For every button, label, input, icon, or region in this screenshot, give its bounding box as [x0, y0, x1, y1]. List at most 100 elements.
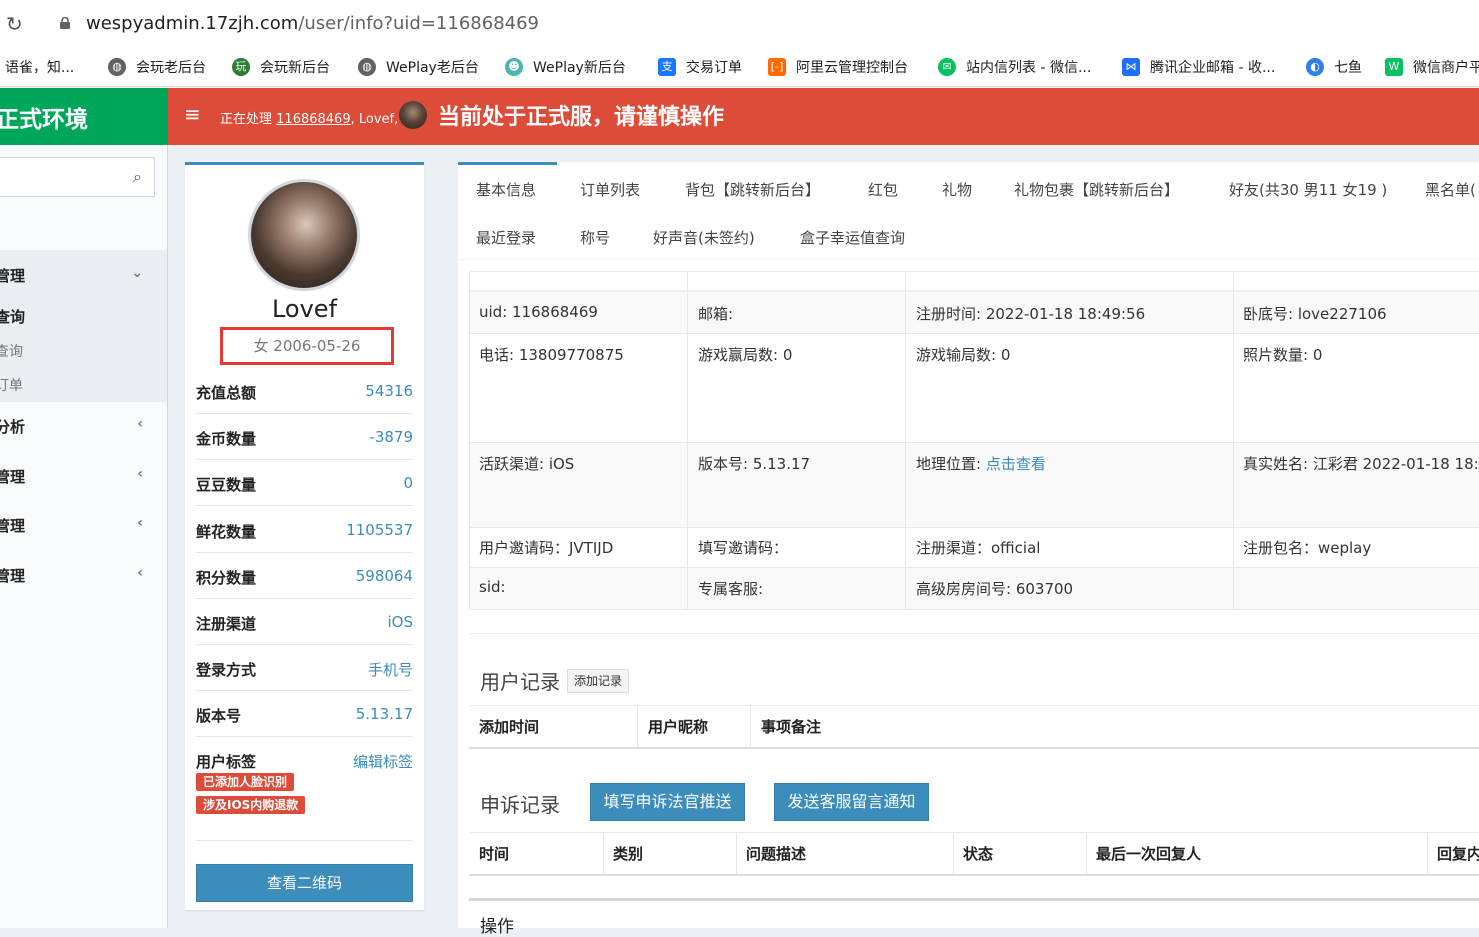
tag-ios-refund: 涉及IOS内购退款 — [196, 796, 306, 814]
info-photo-count: 照片数量: 0 — [1243, 346, 1323, 364]
stat-coins: 金币数量 -3879 — [196, 414, 413, 460]
menu-toggle-icon[interactable]: ≡ — [184, 102, 201, 126]
tag-face-recognition: 已添加人脸识别 — [196, 773, 295, 791]
avatar[interactable] — [248, 179, 360, 291]
tab-box-luck[interactable]: 盒子幸运值查询 — [800, 227, 905, 248]
header-avatar — [399, 101, 427, 129]
info-location: 地理位置: 点击查看 — [916, 455, 1046, 473]
chevron-left-icon: ‹ — [137, 416, 143, 432]
sidebar-search-input[interactable]: ⌕ — [0, 157, 155, 197]
wechat-icon: ✉ — [938, 58, 956, 76]
records-col-note: 事项备注 — [761, 718, 822, 736]
tab-gifts[interactable]: 礼物 — [942, 179, 972, 200]
qiyu-icon: ◐ — [1306, 58, 1324, 76]
info-game-wins: 游戏赢局数: 0 — [698, 346, 793, 364]
sidebar-item-analysis[interactable]: 分析 ‹ — [0, 416, 163, 437]
bookmark-huiwan-old[interactable]: ◍ 会玩老后台 — [108, 57, 206, 77]
chevron-left-icon: ‹ — [137, 515, 143, 531]
browser-url-bar: ↻ wespyadmin.17zjh.com/user/info?uid=116… — [0, 0, 1479, 47]
info-register-time: 注册时间: 2022-01-18 18:49:56 — [916, 305, 1146, 323]
sidebar-item-manage-3[interactable]: 管理 ‹ — [0, 515, 163, 536]
huiwan-icon: 玩 — [232, 58, 250, 76]
sidebar: ⌕ 管理 ⌄ 查询 查询 订单 分析 ‹ 管理 ‹ 管理 ‹ 管理 ‹ — [0, 145, 168, 928]
info-vip-room: 高级房房间号: 603700 — [916, 580, 1074, 598]
bookmark-tencent-mail[interactable]: ⋈ 腾讯企业邮箱 - 收... — [1122, 57, 1275, 77]
info-dedicated-service: 专属客服: — [698, 580, 764, 598]
info-sid: sid: — [479, 578, 506, 596]
chevron-left-icon: ‹ — [137, 466, 143, 482]
weplay-icon: ☻ — [505, 58, 523, 76]
warning-header: ≡ 正在处理 116868469, Lovef, 当前处于正式服，请谨慎操作 — [168, 88, 1479, 145]
stat-recharge-total: 充值总额 54316 — [196, 368, 413, 414]
add-record-button[interactable]: 添加记录 — [567, 669, 630, 693]
search-icon[interactable]: ⌕ — [133, 167, 142, 187]
tab-friends[interactable]: 好友(共30 男11 女19 ) — [1229, 179, 1387, 200]
tab-gift-package[interactable]: 礼物包裹【跳转新后台】 — [1014, 179, 1179, 200]
bookmark-qiyu[interactable]: ◐ 七鱼 — [1306, 57, 1362, 77]
appeals-col-reply: 回复内 — [1437, 845, 1479, 863]
info-register-channel: 注册渠道：official — [916, 539, 1041, 557]
info-game-losses: 游戏输局数: 0 — [916, 346, 1011, 364]
tab-recent-login[interactable]: 最近登录 — [476, 227, 536, 248]
bookmark-huiwan-new[interactable]: 玩会玩新后台 — [232, 57, 330, 77]
tab-orders[interactable]: 订单列表 — [580, 179, 640, 200]
stat-beans: 豆豆数量 0 — [196, 460, 413, 506]
bookmark-weplay-old[interactable]: ◍ WePlay老后台 — [358, 57, 479, 77]
env-warning: 当前处于正式服，请谨慎操作 — [438, 105, 725, 130]
info-uid: uid: 116868469 — [479, 303, 598, 321]
judge-push-button[interactable]: 填写申诉法官推送 — [590, 783, 745, 821]
processing-info: 正在处理 116868469, Lovef, — [220, 112, 399, 127]
records-col-nickname: 用户昵称 — [648, 718, 709, 736]
info-version: 版本号: 5.13.17 — [698, 455, 811, 473]
wechat-pay-icon: W — [1385, 58, 1403, 76]
tab-blacklist[interactable]: 黑名单( — [1425, 179, 1476, 200]
address-input[interactable]: wespyadmin.17zjh.com/user/info?uid=11686… — [86, 13, 539, 34]
main-content: 基本信息 订单列表 背包【跳转新后台】 红包 礼物 礼物包裹【跳转新后台】 好友… — [458, 162, 1479, 937]
globe-icon: ◍ — [108, 58, 126, 76]
sidebar-subitem-query[interactable]: 查询 — [0, 306, 163, 327]
user-records-title: 用户记录 — [480, 670, 560, 694]
info-active-channel: 活跃渠道: iOS — [479, 455, 575, 473]
bookmark-aliyun[interactable]: [-] 阿里云管理控制台 — [768, 57, 908, 77]
tab-basic-info[interactable]: 基本信息 — [476, 179, 536, 200]
bookmark-weplay-new[interactable]: ☻ WePlay新后台 — [505, 57, 626, 77]
bookmarks-bar: · 语雀，知... ◍ 会玩老后台 玩会玩新后台 ◍ WePlay老后台 ☻ WePl… — [0, 47, 1479, 87]
tab-red-packet[interactable]: 红包 — [868, 179, 898, 200]
tab-good-voice[interactable]: 好声音(未签约) — [653, 227, 755, 248]
chevron-down-icon: ⌄ — [131, 265, 143, 281]
bookmark-yuque[interactable]: · 语雀，知... — [0, 57, 74, 77]
sidebar-item-manage[interactable]: 管理 ⌄ — [0, 265, 163, 286]
info-phone: 电话: 13809770875 — [479, 346, 624, 364]
stat-flowers: 鲜花数量 1105537 — [196, 507, 413, 553]
sidebar-subitem-query-2[interactable]: 查询 — [0, 341, 163, 361]
sidebar-item-manage-4[interactable]: 管理 ‹ — [0, 565, 163, 586]
appeals-col-description: 问题描述 — [746, 845, 807, 863]
sidebar-item-manage-2[interactable]: 管理 ‹ — [0, 466, 163, 487]
processing-uid-link[interactable]: 116868469 — [276, 112, 350, 127]
appeals-title: 申诉记录 — [480, 793, 560, 817]
reload-icon[interactable]: ↻ — [6, 12, 23, 36]
cs-notify-button[interactable]: 发送客服留言通知 — [774, 783, 929, 821]
profile-card: Lovef 女 2006-05-26 充值总额 54316 金币数量 -3879 豆… — [185, 162, 424, 910]
tab-divider — [458, 259, 1479, 260]
info-real-name: 真实姓名: 江彩君 2022-01-18 18:5 — [1243, 455, 1479, 473]
env-logo[interactable]: 正式环境 — [0, 88, 168, 145]
tab-titles[interactable]: 称号 — [580, 227, 610, 248]
bookmark-alipay-orders[interactable]: 支交易订单 — [658, 57, 742, 77]
info-undercover-id: 卧底号: love227106 — [1243, 305, 1387, 323]
view-qrcode-button[interactable]: 查看二维码 — [196, 864, 413, 902]
appeals-col-category: 类别 — [613, 845, 644, 863]
operations-title: 操作 — [480, 917, 514, 937]
edit-tags-link[interactable]: 编辑标签 — [353, 751, 413, 772]
tab-backpack[interactable]: 背包【跳转新后台】 — [685, 179, 820, 200]
view-location-link[interactable]: 点击查看 — [986, 455, 1046, 473]
bookmark-wechat-pay[interactable]: W 微信商户平 — [1385, 57, 1479, 77]
appeals-col-time: 时间 — [479, 845, 510, 863]
records-col-time: 添加时间 — [479, 718, 540, 736]
bookmark-wechat-inbox[interactable]: ✉ 站内信列表 - 微信... — [938, 57, 1091, 77]
appeals-col-last-replier: 最后一次回复人 — [1096, 845, 1202, 863]
aliyun-icon: [-] — [768, 58, 786, 76]
profile-username: Lovef — [271, 295, 338, 323]
sidebar-subitem-orders[interactable]: 订单 — [0, 375, 163, 395]
info-invite-code: 用户邀请码：JVTIJD — [479, 539, 614, 557]
